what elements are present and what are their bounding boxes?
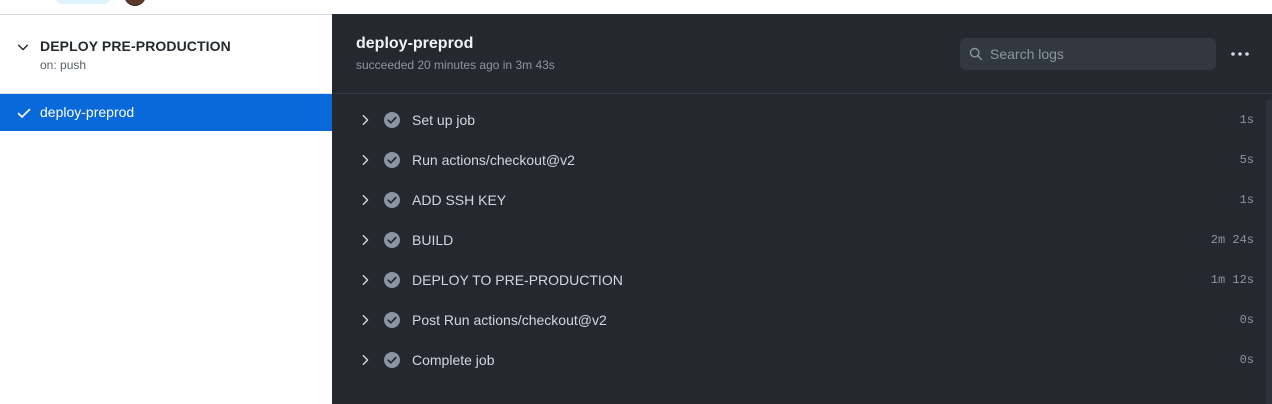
check-circle-fill-icon (384, 112, 400, 128)
check-circle-fill-icon (384, 272, 400, 288)
check-circle-fill-icon (384, 312, 400, 328)
top-tab-pill[interactable] (56, 0, 110, 4)
step-row[interactable]: Set up job 1s (332, 100, 1272, 140)
step-name: BUILD (412, 232, 454, 248)
step-duration: 2m 24s (1210, 233, 1254, 247)
top-bar (0, 0, 1272, 15)
workflow-sidebar: DEPLOY PRE-PRODUCTION on: push deploy-pr… (0, 15, 332, 404)
job-status-text: succeeded 20 minutes ago in 3m 43s (356, 58, 555, 72)
chevron-right-icon (362, 234, 369, 246)
search-logs-box[interactable] (960, 38, 1216, 70)
search-logs-input[interactable] (990, 38, 1210, 70)
job-log-panel: deploy-preprod succeeded 20 minutes ago … (332, 14, 1272, 404)
step-row[interactable]: Post Run actions/checkout@v2 0s (332, 300, 1272, 340)
check-circle-fill-icon (384, 152, 400, 168)
step-row[interactable]: Run actions/checkout@v2 5s (332, 140, 1272, 180)
check-circle-fill-icon (384, 352, 400, 368)
workflow-trigger: on: push (40, 58, 87, 72)
step-name: Complete job (412, 352, 495, 368)
workflow-title: DEPLOY PRE-PRODUCTION (40, 38, 231, 54)
step-row[interactable]: ADD SSH KEY 1s (332, 180, 1272, 220)
search-icon (969, 47, 983, 61)
check-circle-fill-icon (384, 192, 400, 208)
step-row[interactable]: Complete job 0s (332, 340, 1272, 380)
check-icon (17, 108, 31, 118)
job-header: deploy-preprod succeeded 20 minutes ago … (332, 14, 1272, 94)
step-name: Set up job (412, 112, 476, 128)
sidebar-job-label: deploy-preprod (40, 104, 135, 120)
chevron-right-icon (362, 274, 369, 286)
avatar[interactable] (124, 0, 146, 6)
workflow-header[interactable]: DEPLOY PRE-PRODUCTION on: push (0, 15, 332, 94)
chevron-down-icon[interactable] (16, 40, 30, 54)
step-row[interactable]: BUILD 2m 24s (332, 220, 1272, 260)
check-circle-fill-icon (384, 232, 400, 248)
log-scrollbar[interactable] (1266, 100, 1272, 404)
step-row[interactable]: DEPLOY TO PRE-PRODUCTION 1m 12s (332, 260, 1272, 300)
step-duration: 5s (1239, 153, 1254, 167)
chevron-right-icon (362, 114, 369, 126)
job-title: deploy-preprod (356, 35, 474, 52)
step-duration: 1s (1239, 113, 1254, 127)
chevron-right-icon (362, 154, 369, 166)
kebab-horizontal-icon[interactable] (1224, 42, 1256, 66)
step-duration: 1s (1239, 193, 1254, 207)
chevron-right-icon (362, 194, 369, 206)
step-name: DEPLOY TO PRE-PRODUCTION (412, 272, 623, 288)
step-name: Post Run actions/checkout@v2 (412, 312, 607, 328)
step-name: ADD SSH KEY (412, 192, 507, 208)
step-duration: 0s (1239, 353, 1254, 367)
step-duration: 0s (1239, 313, 1254, 327)
step-duration: 1m 12s (1210, 273, 1254, 287)
chevron-right-icon (362, 354, 369, 366)
chevron-right-icon (362, 314, 369, 326)
step-name: Run actions/checkout@v2 (412, 152, 575, 168)
sidebar-job-deploy-preprod[interactable]: deploy-preprod (0, 94, 332, 131)
